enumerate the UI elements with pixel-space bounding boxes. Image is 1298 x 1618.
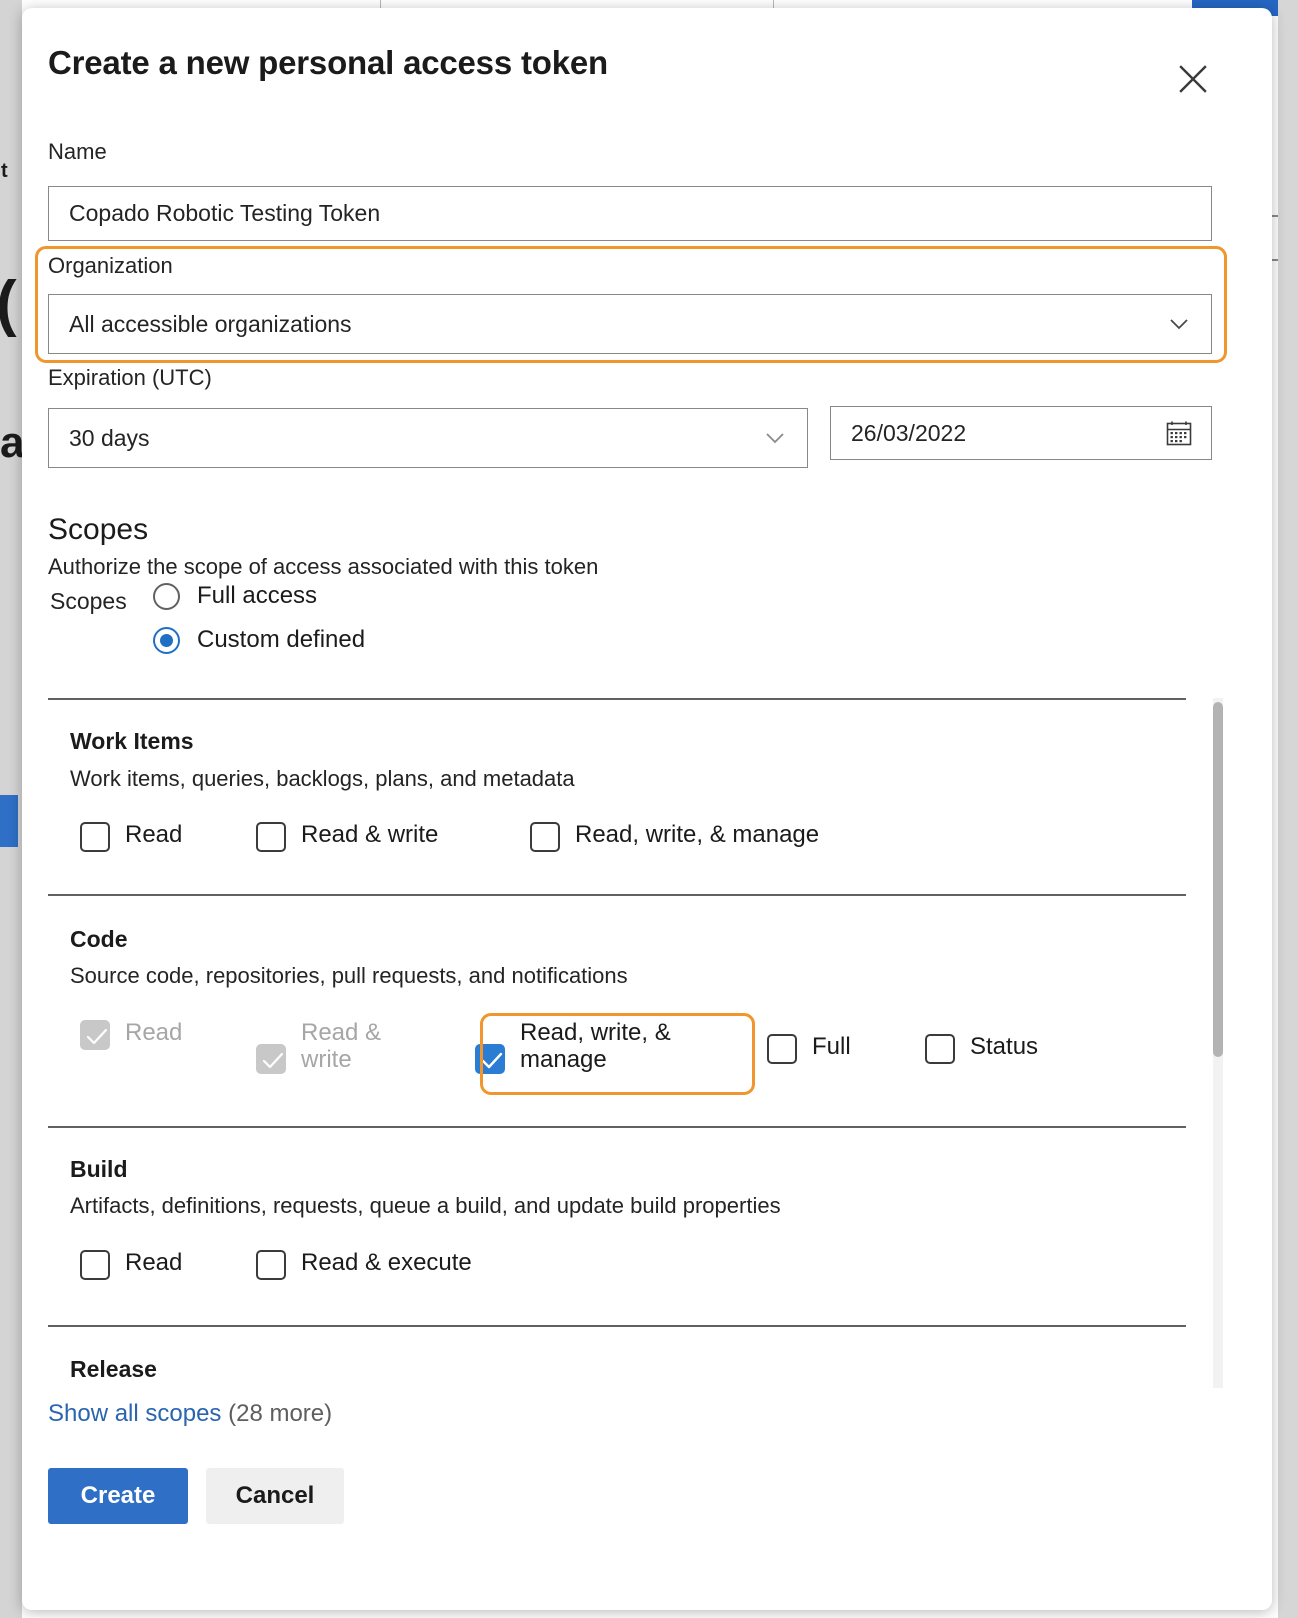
checkbox-icon-checked-disabled [80,1020,110,1050]
checkbox-label: Read & write [301,1019,382,1073]
scope-group-title-build: Build [70,1156,128,1182]
checkbox-code-read: Read [80,1019,256,1050]
scope-group-desc-build: Artifacts, definitions, requests, queue … [70,1193,781,1218]
background-accent-chip [0,795,18,847]
checkbox-label: Read [125,1249,183,1276]
scopes-description: Authorize the scope of access associated… [48,554,599,579]
checkbox-icon-unchecked [80,1250,110,1280]
checkbox-build-read-execute[interactable]: Read & execute [256,1249,472,1280]
checkbox-label: Status [970,1033,1039,1060]
expiration-date-input[interactable]: 26/03/2022 [830,406,1212,460]
checkbox-icon-unchecked [256,1250,286,1280]
checkbox-build-read[interactable]: Read [80,1249,256,1280]
dialog-title: Create a new personal access token [48,44,608,81]
checkbox-label: Read, write, & manage [575,821,820,848]
divider [48,698,1186,700]
checkbox-work-items-read[interactable]: Read [80,821,256,852]
background-text-fragment: t [1,160,8,182]
expiration-date-value: 26/03/2022 [851,419,967,446]
chevron-down-icon [763,426,787,450]
scope-group-title-release: Release [70,1356,157,1382]
checkbox-icon-unchecked [530,822,560,852]
scopes-radio-group-label: Scopes [50,588,127,614]
name-input-value: Copado Robotic Testing Token [69,200,381,226]
scopes-scrollbar-thumb[interactable] [1213,702,1223,1057]
radio-full-access-label: Full access [197,582,318,609]
checkbox-label: Read & write [301,821,439,848]
create-button[interactable]: Create [48,1468,188,1524]
checkbox-label: Read, write, & manage [520,1019,671,1073]
divider [48,1325,1186,1327]
chevron-down-icon [1167,312,1191,336]
close-icon[interactable] [1170,56,1216,102]
checkbox-icon-unchecked [80,822,110,852]
calendar-icon[interactable] [1165,419,1193,447]
create-token-dialog: Create a new personal access token Name … [22,8,1272,1610]
name-input[interactable]: Copado Robotic Testing Token [48,186,1212,241]
scope-group-desc-code: Source code, repositories, pull requests… [70,963,628,988]
scope-group-title-work-items: Work Items [70,728,194,754]
checkbox-icon-unchecked [767,1034,797,1064]
background-right-strip [1278,0,1298,1618]
checkbox-label: Read [125,1019,183,1046]
checkbox-code-read-write: Read & write [256,1019,447,1074]
show-all-scopes-link[interactable]: Show all scopes [48,1400,221,1427]
checkbox-icon-checked [475,1044,505,1074]
show-all-scopes-count: (28 more) [228,1400,333,1427]
scope-group-title-code: Code [70,926,128,952]
divider [48,894,1186,896]
checkbox-code-status[interactable]: Status [925,1033,1039,1064]
divider [48,1126,1186,1128]
organization-select[interactable]: All accessible organizations [48,294,1212,354]
checkbox-label: Read [125,821,183,848]
show-all-scopes-row: Show all scopes (28 more) [48,1400,332,1428]
checkbox-work-items-read-write[interactable]: Read & write [256,821,530,852]
scopes-heading: Scopes [48,513,149,546]
radio-full-access[interactable]: Full access [153,582,317,610]
cancel-button[interactable]: Cancel [206,1468,344,1524]
checkbox-icon-checked-disabled [256,1044,286,1074]
checkbox-icon-unchecked [925,1034,955,1064]
radio-icon-unselected [153,582,180,610]
background-text-fragment: a [0,418,25,467]
expiration-preset-select[interactable]: 30 days [48,408,808,468]
background-text-fragment: ( [0,268,17,339]
organization-label: Organization [48,253,173,278]
checkbox-label: Full [812,1033,851,1060]
checkbox-icon-unchecked [256,822,286,852]
checkbox-code-full[interactable]: Full [767,1033,925,1064]
expiration-preset-value: 30 days [69,424,150,451]
radio-custom-defined[interactable]: Custom defined [153,626,365,654]
radio-icon-selected [153,626,180,654]
checkbox-work-items-read-write-manage[interactable]: Read, write, & manage [530,821,820,852]
expiration-label: Expiration (UTC) [48,365,212,390]
organization-select-value: All accessible organizations [69,310,352,337]
checkbox-code-read-write-manage[interactable]: Read, write, & manage [447,1019,767,1074]
scopes-scroll-region[interactable]: Work Items Work items, queries, backlogs… [48,698,1223,1388]
name-label: Name [48,139,107,164]
radio-custom-defined-label: Custom defined [197,626,366,653]
checkbox-label: Read & execute [301,1249,472,1276]
scope-group-desc-work-items: Work items, queries, backlogs, plans, an… [70,766,575,791]
